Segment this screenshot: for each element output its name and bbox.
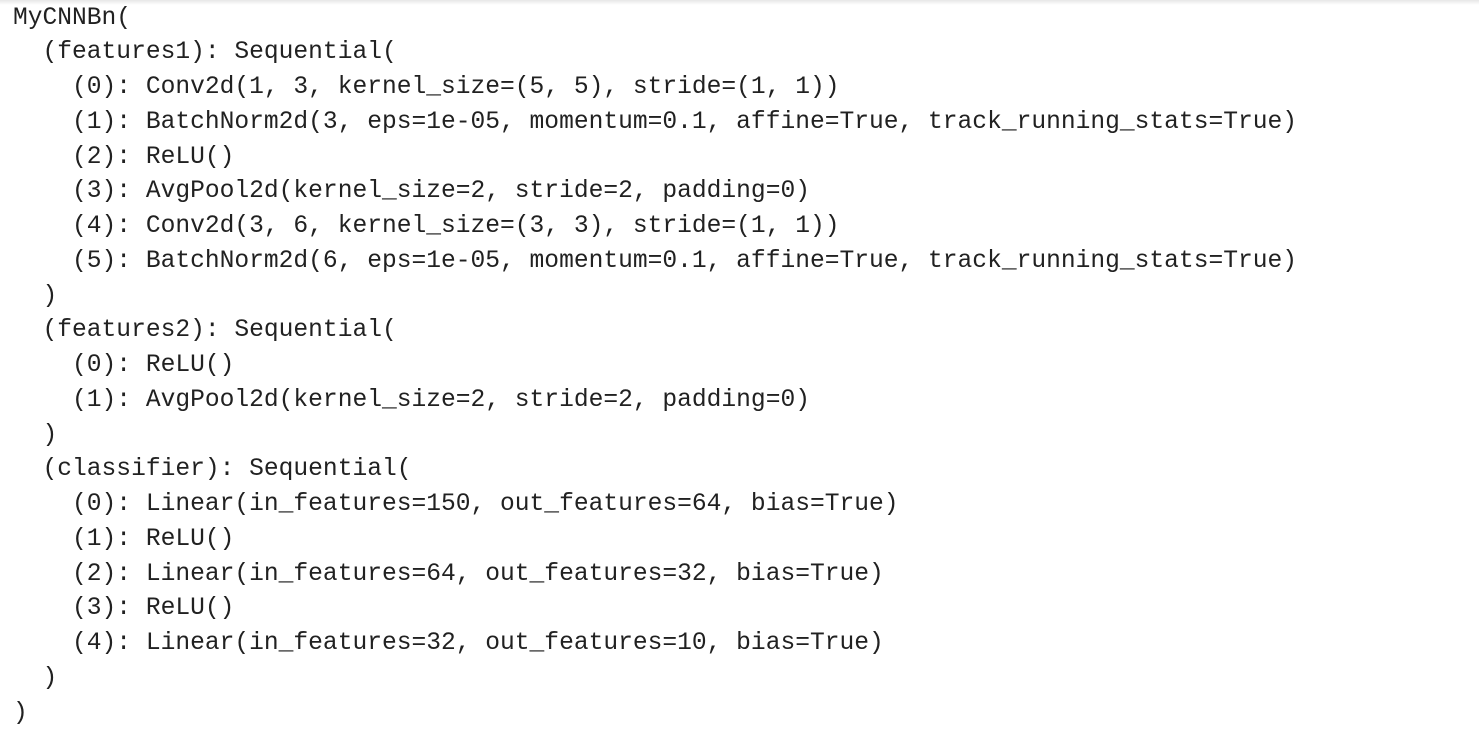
output-line: (5): BatchNorm2d(6, eps=1e-05, momentum=… bbox=[13, 248, 1298, 275]
output-line: ) bbox=[13, 283, 58, 310]
output-line: ) bbox=[13, 422, 58, 449]
output-line: (3): ReLU() bbox=[13, 595, 235, 622]
output-line: ) bbox=[13, 700, 28, 727]
model-summary-output: MyCNNBn( (features1): Sequential( (0): C… bbox=[0, 0, 1479, 739]
output-line: (4): Linear(in_features=32, out_features… bbox=[13, 630, 884, 657]
output-line: (0): ReLU() bbox=[13, 352, 235, 379]
output-line: (1): AvgPool2d(kernel_size=2, stride=2, … bbox=[13, 387, 810, 414]
output-line: (2): ReLU() bbox=[13, 144, 235, 171]
output-line: (features1): Sequential( bbox=[13, 39, 397, 66]
output-line: (3): AvgPool2d(kernel_size=2, stride=2, … bbox=[13, 178, 810, 205]
output-line: ) bbox=[13, 665, 58, 692]
output-line: (1): ReLU() bbox=[13, 526, 235, 553]
output-line: (1): BatchNorm2d(3, eps=1e-05, momentum=… bbox=[13, 109, 1298, 136]
output-line: (features2): Sequential( bbox=[13, 317, 397, 344]
output-line: MyCNNBn( bbox=[13, 5, 132, 32]
output-line: (0): Conv2d(1, 3, kernel_size=(5, 5), st… bbox=[13, 74, 840, 101]
output-line: (4): Conv2d(3, 6, kernel_size=(3, 3), st… bbox=[13, 213, 840, 240]
output-line: (2): Linear(in_features=64, out_features… bbox=[13, 561, 884, 588]
output-line: (classifier): Sequential( bbox=[13, 456, 412, 483]
output-line: (0): Linear(in_features=150, out_feature… bbox=[13, 491, 899, 518]
